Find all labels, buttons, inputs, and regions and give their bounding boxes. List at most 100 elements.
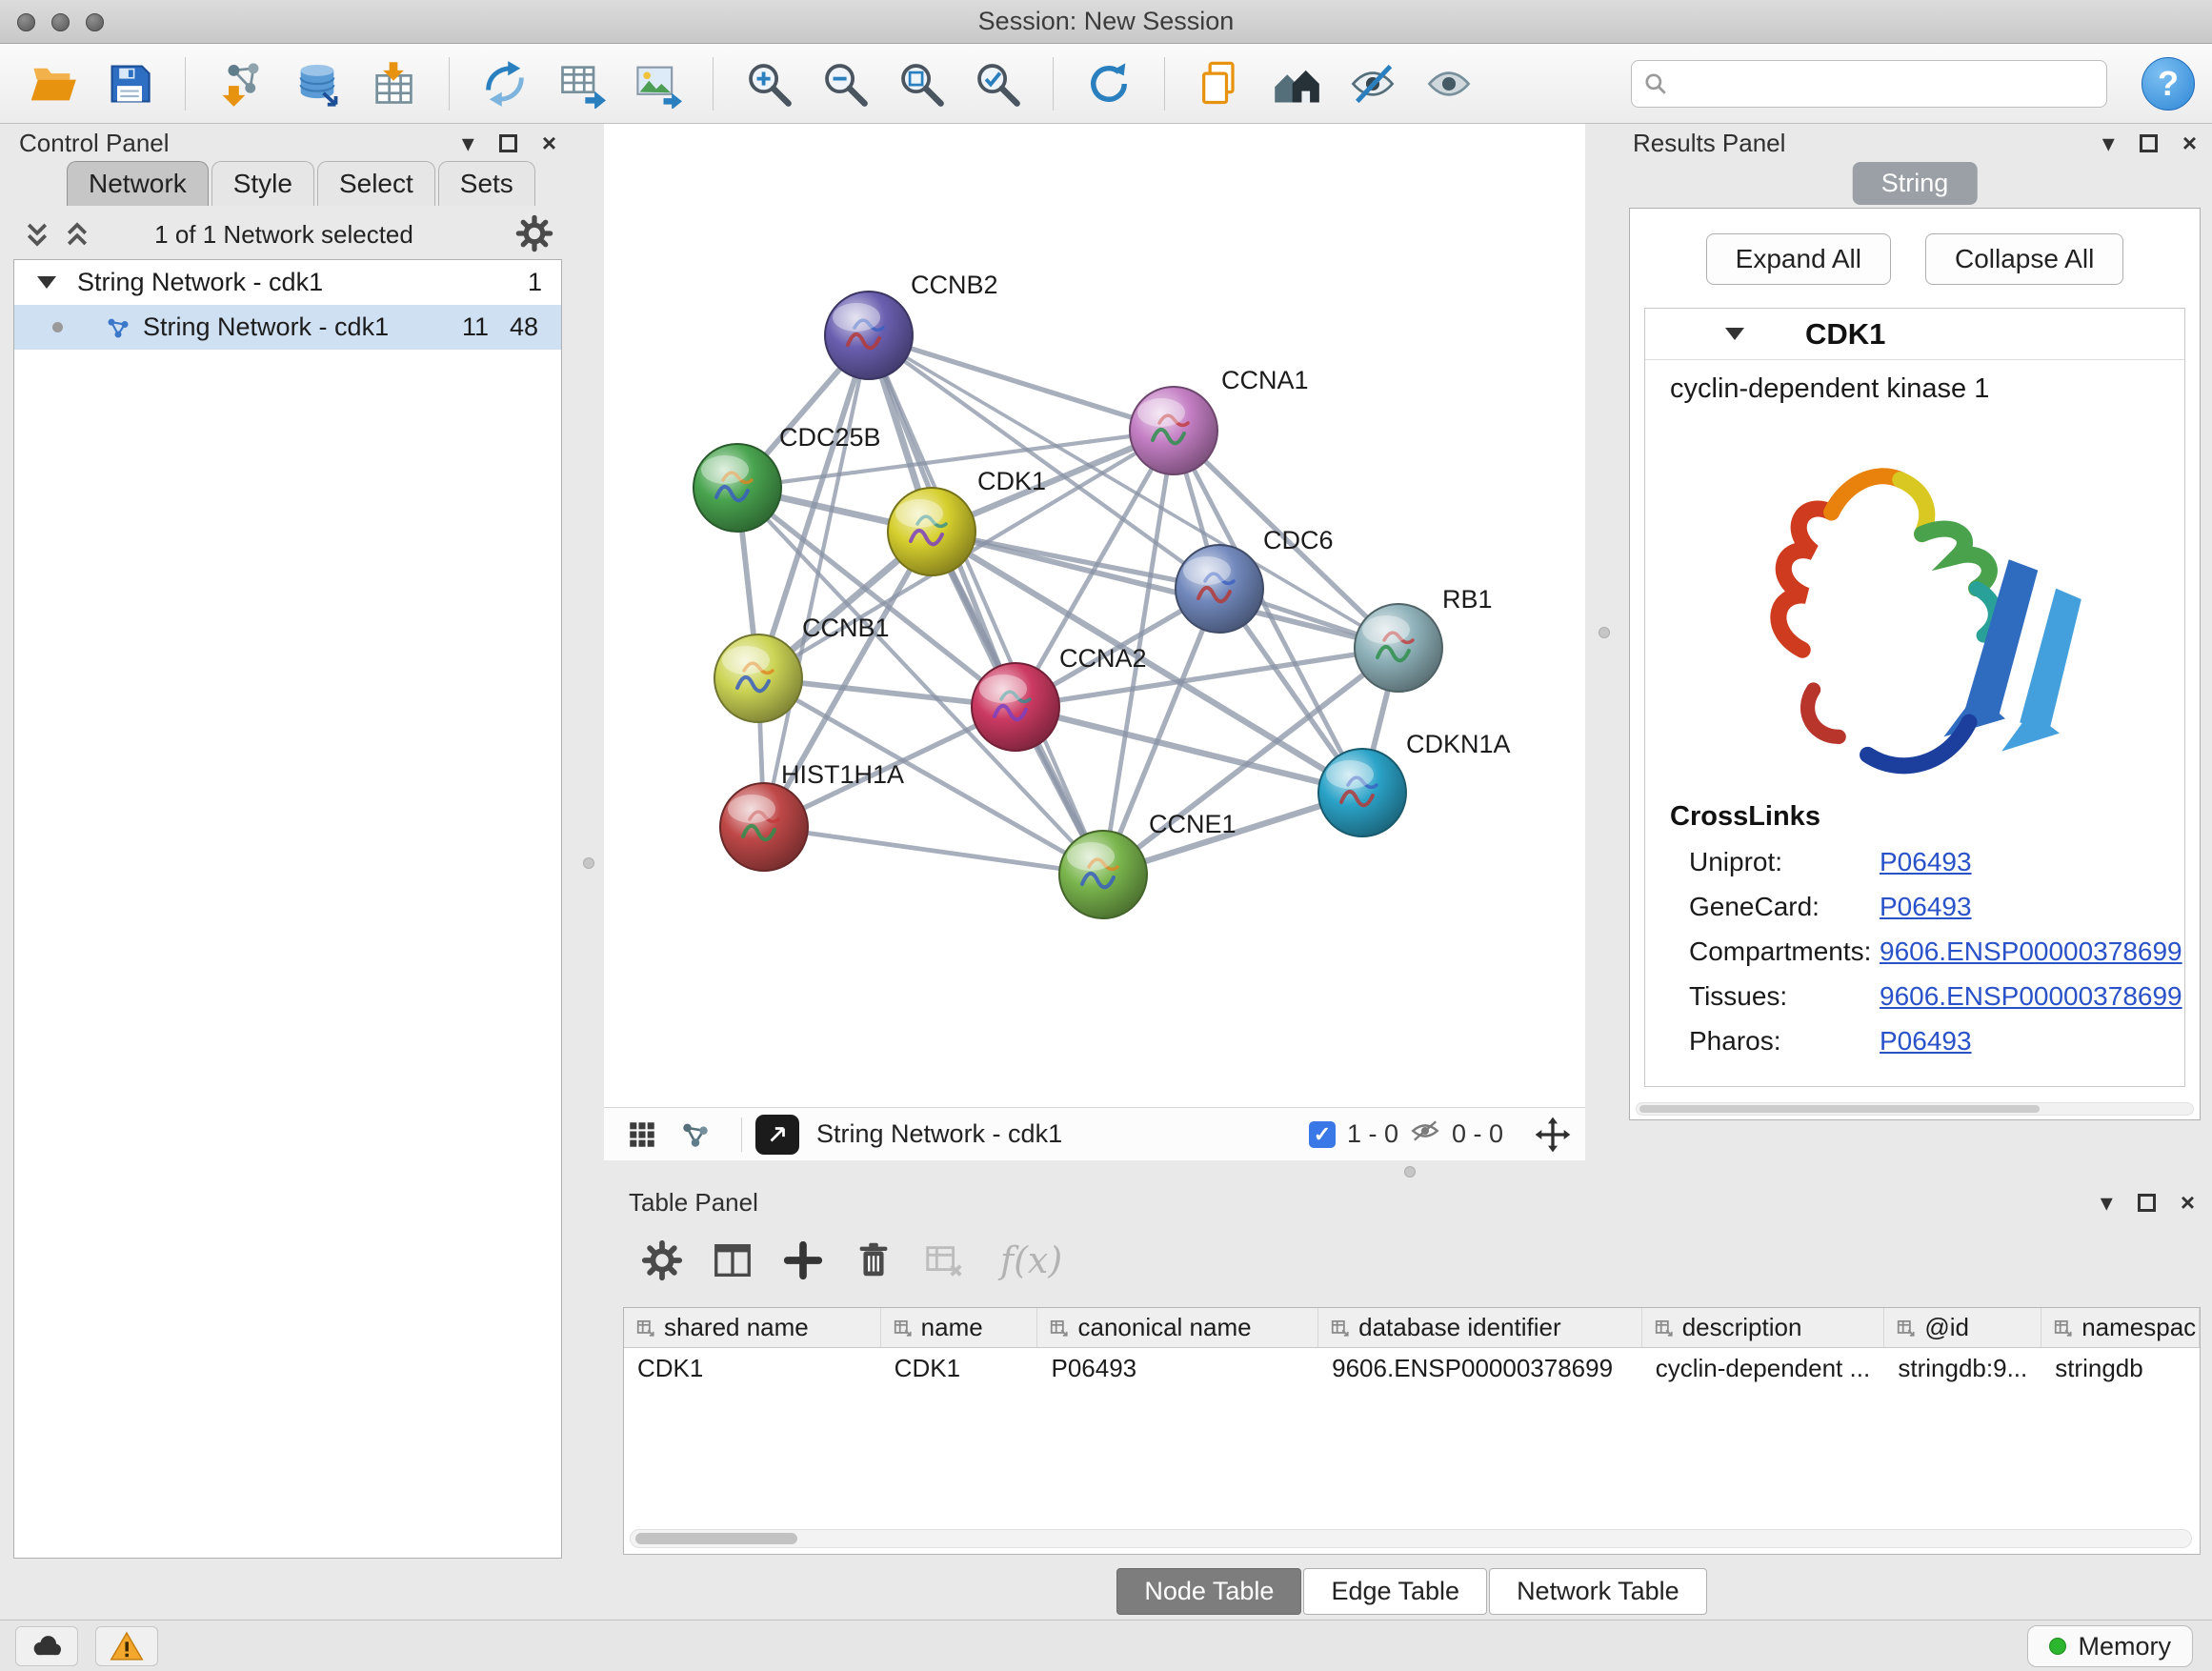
column-header-database-identifier[interactable]: database identifier: [1318, 1308, 1642, 1347]
crosslink-value-link[interactable]: P06493: [1880, 892, 1972, 922]
table-tab-network-table[interactable]: Network Table: [1489, 1568, 1707, 1615]
save-session-button[interactable]: [99, 53, 160, 114]
zoom-fit-button[interactable]: [891, 53, 952, 114]
table-tab-node-table[interactable]: Node Table: [1116, 1568, 1301, 1615]
network-collection-row[interactable]: String Network - cdk1 1: [14, 260, 561, 305]
network-node-CCNA1[interactable]: [1130, 387, 1217, 474]
results-scrollbar[interactable]: [1636, 1102, 2194, 1116]
detach-view-button[interactable]: [755, 1115, 799, 1155]
network-canvas[interactable]: CCNB2CCNA1CDC25BCDK1CDC6RB1CCNB1CCNA2CDK…: [604, 124, 1585, 1107]
close-panel-icon[interactable]: ×: [2182, 131, 2197, 155]
import-network-database-button[interactable]: [287, 53, 348, 114]
warnings-button[interactable]: [95, 1626, 158, 1666]
import-table-button[interactable]: [363, 53, 424, 114]
show-annotations-button[interactable]: [1418, 53, 1479, 114]
export-table-button[interactable]: [551, 53, 612, 114]
copy-document-button[interactable]: [1190, 53, 1251, 114]
splitter-handle[interactable]: [583, 857, 594, 869]
table-settings-gear-icon[interactable]: [640, 1238, 684, 1282]
collapse-section-icon[interactable]: [1725, 328, 1744, 340]
tab-string[interactable]: String: [1853, 162, 1978, 205]
cloud-status-button[interactable]: [15, 1626, 78, 1666]
table-horizontal-scrollbar[interactable]: [630, 1529, 2192, 1548]
search-input[interactable]: [1676, 70, 2095, 99]
crosslink-label: Pharos:: [1689, 1026, 1880, 1057]
memory-button[interactable]: Memory: [2027, 1625, 2193, 1667]
table-row[interactable]: CDK1CDK1P064939606.ENSP00000378699cyclin…: [624, 1348, 2200, 1388]
network-edge-HIST1H1A-CCNE1[interactable]: [764, 827, 1103, 875]
expand-all-button[interactable]: Expand All: [1706, 233, 1891, 285]
crosslink-value-link[interactable]: 9606.ENSP00000378699: [1880, 936, 2182, 967]
network-node-CDC6[interactable]: [1176, 545, 1263, 633]
panel-menu-icon[interactable]: ▾: [2102, 131, 2115, 155]
open-session-button[interactable]: [23, 53, 84, 114]
network-edge-CCNB2-CCNA1[interactable]: [869, 335, 1174, 431]
import-network-file-button[interactable]: [211, 53, 271, 114]
column-header--id[interactable]: @id: [1884, 1308, 2041, 1347]
close-window-icon[interactable]: [17, 13, 35, 31]
close-panel-icon[interactable]: ×: [2181, 1190, 2195, 1215]
results-scrollbar-thumb[interactable]: [1639, 1105, 2040, 1113]
network-node-HIST1H1A[interactable]: [720, 783, 808, 871]
network-graph[interactable]: CCNB2CCNA1CDC25BCDK1CDC6RB1CCNB1CCNA2CDK…: [604, 124, 1585, 1107]
export-image-button[interactable]: [627, 53, 688, 114]
column-header-shared-name[interactable]: shared name: [624, 1308, 881, 1347]
float-panel-icon[interactable]: [499, 134, 517, 152]
crosslink-value-link[interactable]: 9606.ENSP00000378699: [1880, 981, 2182, 1012]
maximize-window-icon[interactable]: [86, 13, 104, 31]
tab-style[interactable]: Style: [211, 161, 314, 206]
splitter-handle[interactable]: [1404, 1166, 1416, 1178]
collapse-collection-icon[interactable]: [37, 276, 56, 289]
table-scrollbar-thumb[interactable]: [635, 1533, 797, 1544]
panel-menu-icon[interactable]: ▾: [462, 131, 474, 155]
network-overview-button[interactable]: [674, 1114, 716, 1156]
tab-network[interactable]: Network: [67, 161, 209, 206]
collapse-all-networks-icon[interactable]: [63, 220, 91, 249]
float-panel-icon[interactable]: [2140, 134, 2158, 152]
network-options-button[interactable]: [514, 213, 554, 258]
selected-nodes-checkbox[interactable]: ✓: [1309, 1121, 1336, 1148]
gene-section-header[interactable]: CDK1: [1645, 309, 2184, 360]
float-panel-icon[interactable]: [2138, 1194, 2156, 1212]
panel-menu-icon[interactable]: ▾: [2101, 1190, 2113, 1215]
toolbar-separator: [185, 57, 186, 111]
delete-trash-icon[interactable]: [852, 1238, 895, 1282]
network-node-CCNB2[interactable]: [825, 292, 913, 379]
crosslink-value-link[interactable]: P06493: [1880, 1026, 1972, 1057]
network-node-CDKN1A[interactable]: [1318, 749, 1406, 836]
table-tab-edge-table[interactable]: Edge Table: [1303, 1568, 1487, 1615]
crosslink-value-link[interactable]: P06493: [1880, 847, 1972, 877]
minimize-window-icon[interactable]: [51, 13, 70, 31]
zoom-out-button[interactable]: [814, 53, 875, 114]
hide-annotations-button[interactable]: [1342, 53, 1403, 114]
export-network-button[interactable]: [474, 53, 535, 114]
collapse-all-button[interactable]: Collapse All: [1925, 233, 2123, 285]
network-node-RB1[interactable]: [1355, 604, 1442, 692]
expand-all-networks-icon[interactable]: [23, 220, 51, 249]
add-column-plus-icon[interactable]: [781, 1238, 825, 1282]
network-row[interactable]: String Network - cdk1 11 48: [14, 305, 561, 350]
network-node-CCNB1[interactable]: [714, 634, 802, 722]
column-header-name[interactable]: name: [881, 1308, 1038, 1347]
tab-select[interactable]: Select: [317, 161, 435, 206]
show-columns-icon[interactable]: [711, 1238, 754, 1282]
pan-tool-button[interactable]: [1534, 1116, 1572, 1154]
help-button[interactable]: ?: [2142, 57, 2195, 111]
column-header-namespac[interactable]: namespac: [2041, 1308, 2200, 1347]
column-header-description[interactable]: description: [1642, 1308, 1885, 1347]
splitter-handle[interactable]: [1599, 627, 1610, 638]
network-node-CDK1[interactable]: [888, 488, 975, 575]
zoom-in-button[interactable]: [738, 53, 799, 114]
home-button[interactable]: [1266, 53, 1327, 114]
column-header-canonical-name[interactable]: canonical name: [1037, 1308, 1318, 1347]
zoom-selected-button[interactable]: [967, 53, 1028, 114]
network-node-CCNE1[interactable]: [1059, 831, 1147, 918]
birdseye-view-button[interactable]: [621, 1114, 663, 1156]
network-node-CCNA2[interactable]: [972, 663, 1059, 751]
import-network-icon: [216, 59, 266, 109]
tab-sets[interactable]: Sets: [438, 161, 535, 206]
close-panel-icon[interactable]: ×: [542, 131, 556, 155]
refresh-view-button[interactable]: [1078, 53, 1139, 114]
network-node-CDC25B[interactable]: [694, 444, 781, 532]
network-edge-CCNB2-CCNE1[interactable]: [869, 335, 1103, 875]
